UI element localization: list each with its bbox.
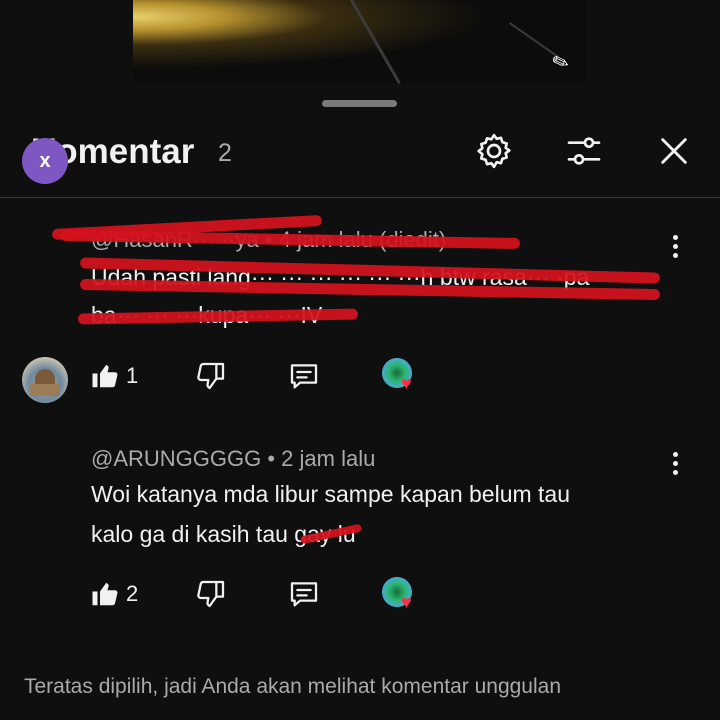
like-button[interactable]: 1 <box>90 356 138 396</box>
comment-count: 2 <box>218 139 232 167</box>
heart-icon: ♥ <box>401 592 412 612</box>
comment-text-line: kalo ga di kasih tau gay lu <box>91 521 356 547</box>
like-count: 2 <box>126 581 139 606</box>
avatar-letter: x <box>39 149 51 172</box>
avatar[interactable]: x <box>22 138 68 184</box>
thumbs-up-icon <box>92 582 118 606</box>
dislike-button[interactable] <box>195 356 227 396</box>
thumbs-down-icon <box>197 362 225 390</box>
creator-heart-icon: ♥ <box>382 577 420 615</box>
more-options-icon[interactable] <box>660 443 690 483</box>
avatar-image-detail <box>35 369 55 385</box>
creator-heart-icon: ♥ <box>382 358 420 396</box>
reply-icon <box>290 364 318 389</box>
reply-button[interactable] <box>288 574 320 614</box>
like-count: 1 <box>126 363 139 388</box>
dislike-button[interactable] <box>195 574 227 614</box>
drag-handle[interactable] <box>322 100 397 107</box>
gear-icon[interactable] <box>472 129 516 173</box>
comments-sheet: Komentar 2 <box>0 84 720 720</box>
heart-icon: ♥ <box>401 373 412 393</box>
like-button[interactable]: 2 <box>90 574 138 614</box>
header-divider <box>0 197 720 198</box>
reply-icon <box>290 582 318 607</box>
avatar[interactable] <box>22 357 68 403</box>
video-player-thumbnail[interactable]: ✎ <box>133 0 586 84</box>
comment-text-line: Woi katanya mda libur sampe kapan belum … <box>91 481 571 507</box>
comment-meta: @ARUNGGGGG • 2 jam lalu <box>91 446 376 471</box>
avatar-image-detail <box>30 384 60 396</box>
close-icon[interactable] <box>652 129 696 173</box>
sliders-icon[interactable] <box>562 129 606 173</box>
thumbs-down-icon <box>197 580 225 608</box>
thumbs-up-icon <box>92 364 118 388</box>
video-frame-detail <box>348 0 401 84</box>
more-options-icon[interactable] <box>660 226 690 266</box>
reply-button[interactable] <box>288 356 320 396</box>
footer-note: Teratas dipilih, jadi Anda akan melihat … <box>24 675 562 698</box>
